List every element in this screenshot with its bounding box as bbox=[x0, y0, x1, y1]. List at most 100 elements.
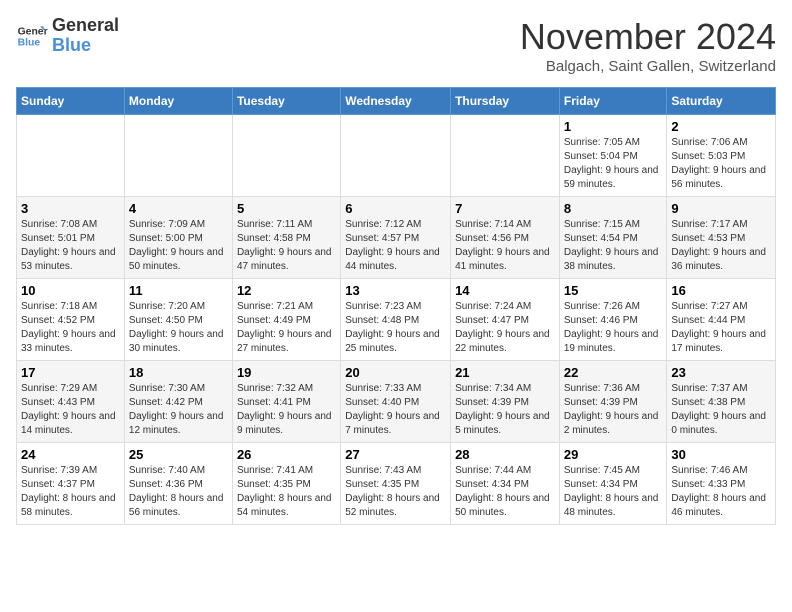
day-number: 18 bbox=[129, 365, 228, 380]
weekday-header-saturday: Saturday bbox=[667, 88, 776, 115]
day-info: Sunrise: 7:17 AM Sunset: 4:53 PM Dayligh… bbox=[671, 218, 771, 274]
calendar-cell: 24 Sunrise: 7:39 AM Sunset: 4:37 PM Dayli… bbox=[17, 443, 125, 525]
day-number: 26 bbox=[237, 447, 336, 462]
day-info: Sunrise: 7:32 AM Sunset: 4:41 PM Dayligh… bbox=[237, 382, 336, 438]
calendar-cell: 17 Sunrise: 7:29 AM Sunset: 4:43 PM Dayli… bbox=[17, 361, 125, 443]
calendar-cell: 16 Sunrise: 7:27 AM Sunset: 4:44 PM Dayli… bbox=[667, 279, 776, 361]
month-title: November 2024 bbox=[520, 16, 776, 58]
day-info: Sunrise: 7:06 AM Sunset: 5:03 PM Dayligh… bbox=[671, 136, 771, 192]
location-subtitle: Balgach, Saint Gallen, Switzerland bbox=[520, 58, 776, 75]
day-info: Sunrise: 7:23 AM Sunset: 4:48 PM Dayligh… bbox=[345, 300, 446, 356]
day-info: Sunrise: 7:40 AM Sunset: 4:36 PM Dayligh… bbox=[129, 464, 228, 520]
calendar-cell: 15Sunrise: 7:26 AM Sunset: 4:46 PM Dayli… bbox=[559, 279, 667, 361]
calendar-cell: 18 Sunrise: 7:30 AM Sunset: 4:42 PM Dayli… bbox=[124, 361, 232, 443]
calendar-cell: 4 Sunrise: 7:09 AM Sunset: 5:00 PM Daylig… bbox=[124, 197, 232, 279]
day-info: Sunrise: 7:27 AM Sunset: 4:44 PM Dayligh… bbox=[671, 300, 771, 356]
calendar-table: SundayMondayTuesdayWednesdayThursdayFrid… bbox=[16, 87, 776, 525]
day-number: 1 bbox=[564, 119, 663, 134]
day-info: Sunrise: 7:33 AM Sunset: 4:40 PM Dayligh… bbox=[345, 382, 446, 438]
day-number: 14 bbox=[455, 283, 555, 298]
day-number: 5 bbox=[237, 201, 336, 216]
day-number: 17 bbox=[21, 365, 120, 380]
day-number: 16 bbox=[671, 283, 771, 298]
logo-text-line2: Blue bbox=[52, 36, 119, 56]
calendar-cell: 30 Sunrise: 7:46 AM Sunset: 4:33 PM Dayli… bbox=[667, 443, 776, 525]
weekday-header-sunday: Sunday bbox=[17, 88, 125, 115]
day-info: Sunrise: 7:15 AM Sunset: 4:54 PM Dayligh… bbox=[564, 218, 663, 274]
weekday-header-tuesday: Tuesday bbox=[232, 88, 340, 115]
day-info: Sunrise: 7:24 AM Sunset: 4:47 PM Dayligh… bbox=[455, 300, 555, 356]
day-info: Sunrise: 7:34 AM Sunset: 4:39 PM Dayligh… bbox=[455, 382, 555, 438]
day-number: 25 bbox=[129, 447, 228, 462]
day-number: 10 bbox=[21, 283, 120, 298]
week-row-2: 3 Sunrise: 7:08 AM Sunset: 5:01 PM Daylig… bbox=[17, 197, 776, 279]
calendar-cell bbox=[341, 115, 451, 197]
day-info: Sunrise: 7:29 AM Sunset: 4:43 PM Dayligh… bbox=[21, 382, 120, 438]
day-number: 30 bbox=[671, 447, 771, 462]
calendar-cell: 1 Sunrise: 7:05 AM Sunset: 5:04 PM Daylig… bbox=[559, 115, 667, 197]
calendar-cell bbox=[451, 115, 560, 197]
day-info: Sunrise: 7:46 AM Sunset: 4:33 PM Dayligh… bbox=[671, 464, 771, 520]
calendar-cell bbox=[124, 115, 232, 197]
weekday-header-thursday: Thursday bbox=[451, 88, 560, 115]
day-info: Sunrise: 7:21 AM Sunset: 4:49 PM Dayligh… bbox=[237, 300, 336, 356]
day-info: Sunrise: 7:09 AM Sunset: 5:00 PM Dayligh… bbox=[129, 218, 228, 274]
day-info: Sunrise: 7:43 AM Sunset: 4:35 PM Dayligh… bbox=[345, 464, 446, 520]
calendar-cell: 20Sunrise: 7:33 AM Sunset: 4:40 PM Dayli… bbox=[341, 361, 451, 443]
calendar-cell: 22 Sunrise: 7:36 AM Sunset: 4:39 PM Dayli… bbox=[559, 361, 667, 443]
calendar-cell bbox=[17, 115, 125, 197]
day-info: Sunrise: 7:44 AM Sunset: 4:34 PM Dayligh… bbox=[455, 464, 555, 520]
day-number: 15 bbox=[564, 283, 663, 298]
day-info: Sunrise: 7:12 AM Sunset: 4:57 PM Dayligh… bbox=[345, 218, 446, 274]
calendar-cell: 27 Sunrise: 7:43 AM Sunset: 4:35 PM Dayli… bbox=[341, 443, 451, 525]
day-info: Sunrise: 7:11 AM Sunset: 4:58 PM Dayligh… bbox=[237, 218, 336, 274]
day-info: Sunrise: 7:39 AM Sunset: 4:37 PM Dayligh… bbox=[21, 464, 120, 520]
day-number: 13 bbox=[345, 283, 446, 298]
calendar-cell: 6Sunrise: 7:12 AM Sunset: 4:57 PM Daylig… bbox=[341, 197, 451, 279]
day-number: 11 bbox=[129, 283, 228, 298]
weekday-header-monday: Monday bbox=[124, 88, 232, 115]
calendar-cell: 9 Sunrise: 7:17 AM Sunset: 4:53 PM Daylig… bbox=[667, 197, 776, 279]
day-info: Sunrise: 7:05 AM Sunset: 5:04 PM Dayligh… bbox=[564, 136, 663, 192]
logo-icon: General Blue bbox=[16, 20, 48, 52]
day-info: Sunrise: 7:37 AM Sunset: 4:38 PM Dayligh… bbox=[671, 382, 771, 438]
week-row-5: 24 Sunrise: 7:39 AM Sunset: 4:37 PM Dayli… bbox=[17, 443, 776, 525]
day-number: 19 bbox=[237, 365, 336, 380]
day-number: 28 bbox=[455, 447, 555, 462]
logo: General Blue General Blue bbox=[16, 16, 119, 56]
day-number: 22 bbox=[564, 365, 663, 380]
calendar-cell: 26Sunrise: 7:41 AM Sunset: 4:35 PM Dayli… bbox=[232, 443, 340, 525]
day-info: Sunrise: 7:30 AM Sunset: 4:42 PM Dayligh… bbox=[129, 382, 228, 438]
svg-text:Blue: Blue bbox=[18, 37, 41, 48]
week-row-1: 1 Sunrise: 7:05 AM Sunset: 5:04 PM Daylig… bbox=[17, 115, 776, 197]
day-number: 21 bbox=[455, 365, 555, 380]
day-number: 12 bbox=[237, 283, 336, 298]
weekday-header-wednesday: Wednesday bbox=[341, 88, 451, 115]
calendar-cell: 13 Sunrise: 7:23 AM Sunset: 4:48 PM Dayli… bbox=[341, 279, 451, 361]
day-number: 4 bbox=[129, 201, 228, 216]
header: General Blue General Blue November 2024 … bbox=[16, 16, 776, 75]
weekday-header-row: SundayMondayTuesdayWednesdayThursdayFrid… bbox=[17, 88, 776, 115]
day-info: Sunrise: 7:45 AM Sunset: 4:34 PM Dayligh… bbox=[564, 464, 663, 520]
day-number: 8 bbox=[564, 201, 663, 216]
calendar-cell: 11 Sunrise: 7:20 AM Sunset: 4:50 PM Dayli… bbox=[124, 279, 232, 361]
calendar-cell: 25 Sunrise: 7:40 AM Sunset: 4:36 PM Dayli… bbox=[124, 443, 232, 525]
calendar-cell: 7Sunrise: 7:14 AM Sunset: 4:56 PM Daylig… bbox=[451, 197, 560, 279]
day-number: 3 bbox=[21, 201, 120, 216]
calendar-cell: 23Sunrise: 7:37 AM Sunset: 4:38 PM Dayli… bbox=[667, 361, 776, 443]
day-info: Sunrise: 7:08 AM Sunset: 5:01 PM Dayligh… bbox=[21, 218, 120, 274]
week-row-4: 17 Sunrise: 7:29 AM Sunset: 4:43 PM Dayli… bbox=[17, 361, 776, 443]
calendar-cell: 3 Sunrise: 7:08 AM Sunset: 5:01 PM Daylig… bbox=[17, 197, 125, 279]
day-info: Sunrise: 7:18 AM Sunset: 4:52 PM Dayligh… bbox=[21, 300, 120, 356]
day-number: 27 bbox=[345, 447, 446, 462]
calendar-cell: 19 Sunrise: 7:32 AM Sunset: 4:41 PM Dayli… bbox=[232, 361, 340, 443]
logo-text-line1: General bbox=[52, 16, 119, 36]
day-number: 24 bbox=[21, 447, 120, 462]
calendar-cell: 5 Sunrise: 7:11 AM Sunset: 4:58 PM Daylig… bbox=[232, 197, 340, 279]
day-info: Sunrise: 7:20 AM Sunset: 4:50 PM Dayligh… bbox=[129, 300, 228, 356]
day-number: 9 bbox=[671, 201, 771, 216]
calendar-cell: 2Sunrise: 7:06 AM Sunset: 5:03 PM Daylig… bbox=[667, 115, 776, 197]
calendar-cell: 21 Sunrise: 7:34 AM Sunset: 4:39 PM Dayli… bbox=[451, 361, 560, 443]
day-info: Sunrise: 7:36 AM Sunset: 4:39 PM Dayligh… bbox=[564, 382, 663, 438]
day-number: 7 bbox=[455, 201, 555, 216]
